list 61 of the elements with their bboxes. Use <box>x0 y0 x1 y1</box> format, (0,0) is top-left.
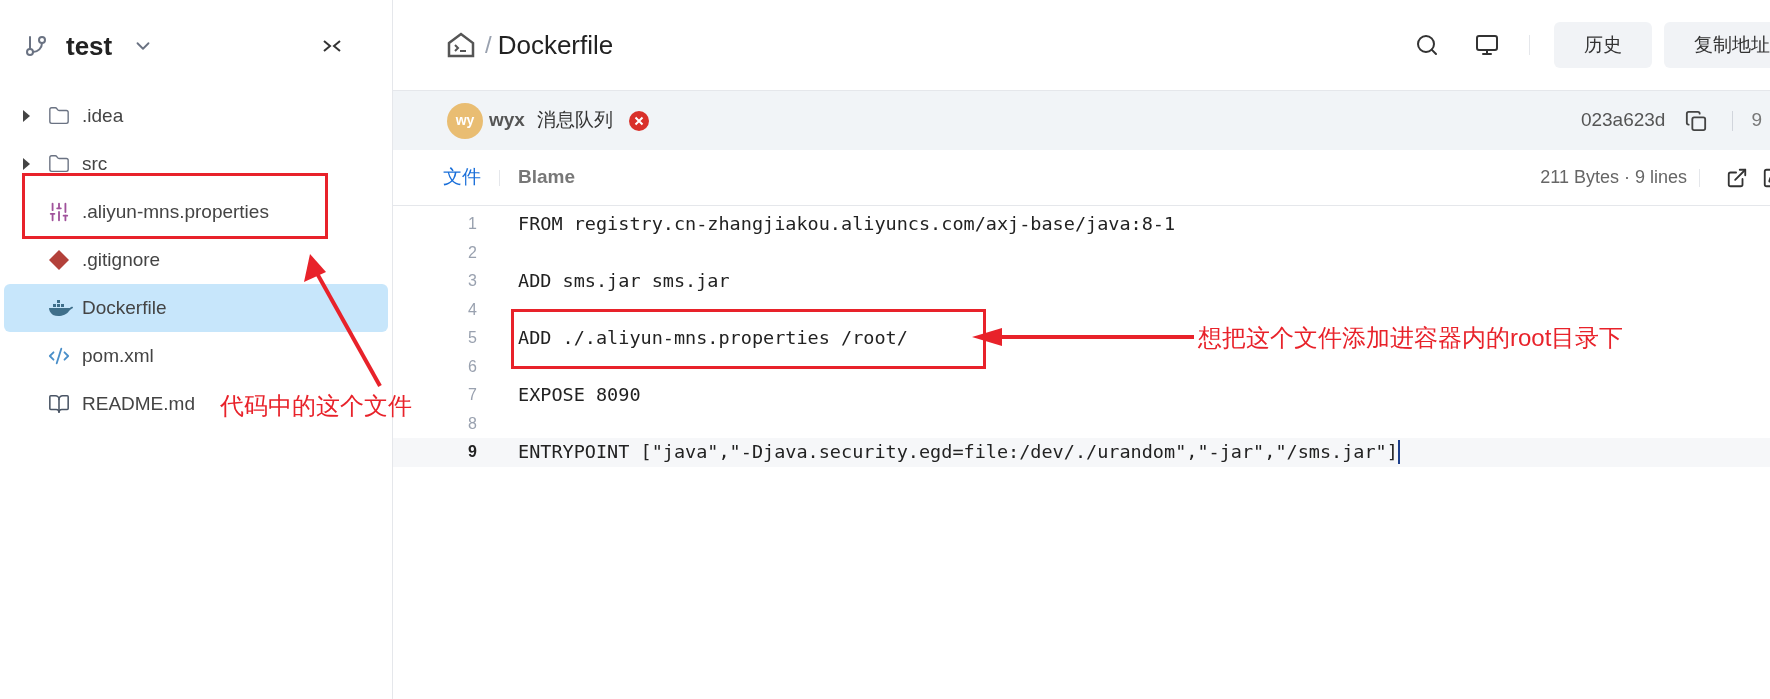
file-name: Dockerfile <box>82 295 167 320</box>
file-name: src <box>82 151 108 176</box>
breadcrumb-separator: / <box>485 30 492 60</box>
file-name: .gitignore <box>82 247 161 272</box>
folder-icon <box>48 105 70 127</box>
line-number: 1 <box>468 214 477 235</box>
branch-name[interactable]: test <box>66 26 113 66</box>
monitor-icon[interactable] <box>1475 33 1499 57</box>
code-line: ADD ./.aliyun-mns.properties /root/ <box>518 326 908 351</box>
open-external-icon[interactable] <box>1726 166 1748 189</box>
code-line: EXPOSE 8090 <box>518 383 641 408</box>
line-number: 2 <box>468 242 477 263</box>
file-tree-item[interactable]: .idea <box>4 92 132 140</box>
annotation-text: 想把这个文件添加进容器内的root目录下 <box>1198 323 1624 353</box>
header-button[interactable]: 历史 <box>1554 22 1652 68</box>
commit-message: 消息队列 <box>536 108 613 133</box>
code-line: ENTRYPOINT ["java","-Djava.security.egd=file:/dev/./urandom","-jar","/sms.jar"] <box>518 440 1398 465</box>
folder-icon <box>48 153 70 175</box>
line-number: 6 <box>468 356 477 377</box>
sliders-icon <box>48 201 70 223</box>
line-number: 9 <box>468 442 477 463</box>
caret-right-icon[interactable] <box>22 158 30 170</box>
file-info: 211 Bytes · 9 lines <box>1540 166 1687 189</box>
file-tree-item[interactable]: .aliyun-mns.properties <box>4 188 277 236</box>
line-number: 3 <box>468 271 477 292</box>
line-number: 5 <box>468 328 477 349</box>
file-name: .aliyun-mns.properties <box>82 199 269 224</box>
text-cursor <box>1397 440 1400 465</box>
search-icon[interactable] <box>1415 33 1439 57</box>
file-tree-item[interactable]: src <box>4 140 116 188</box>
view-tab[interactable]: 文件 <box>443 163 481 192</box>
code-line: FROM registry.cn-zhangjiakou.aliyuncs.com/axj-base/java:8-1 <box>518 212 1176 237</box>
git-icon <box>48 249 70 271</box>
file-tree-item[interactable]: README.md <box>4 380 203 428</box>
line-number: 7 <box>468 385 477 406</box>
line-number: 4 <box>468 299 477 320</box>
code-line: ADD sms.jar sms.jar <box>518 269 730 294</box>
annotation-text: 代码中的这个文件 <box>220 391 412 421</box>
commit-hash[interactable]: 023a623d <box>1580 106 1666 135</box>
collapse-icon[interactable] <box>322 39 342 53</box>
whale-icon <box>48 298 74 318</box>
file-name: pom.xml <box>82 343 154 368</box>
file-name: .idea <box>82 103 124 128</box>
commit-author[interactable]: wyx <box>489 106 525 135</box>
file-tree-item[interactable]: Dockerfile <box>4 284 388 332</box>
file-tree-item[interactable]: pom.xml <box>4 332 162 380</box>
commit-time: 9 <box>1751 108 1762 133</box>
branch-icon <box>24 34 48 58</box>
view-tab[interactable]: Blame <box>518 163 576 192</box>
terminal-home-icon[interactable] <box>447 32 475 58</box>
file-name: README.md <box>82 391 195 416</box>
line-number: 8 <box>468 413 477 434</box>
header-button[interactable]: 复制地址 <box>1664 22 1770 68</box>
file-tree-item[interactable]: .gitignore <box>4 236 169 284</box>
failed-status-icon <box>628 110 649 131</box>
code-icon <box>48 345 70 367</box>
copy-icon[interactable] <box>1685 109 1708 132</box>
file-title: Dockerfile <box>497 28 614 62</box>
caret-right-icon[interactable] <box>22 110 30 122</box>
book-icon <box>48 393 70 415</box>
avatar: wy <box>447 102 483 139</box>
